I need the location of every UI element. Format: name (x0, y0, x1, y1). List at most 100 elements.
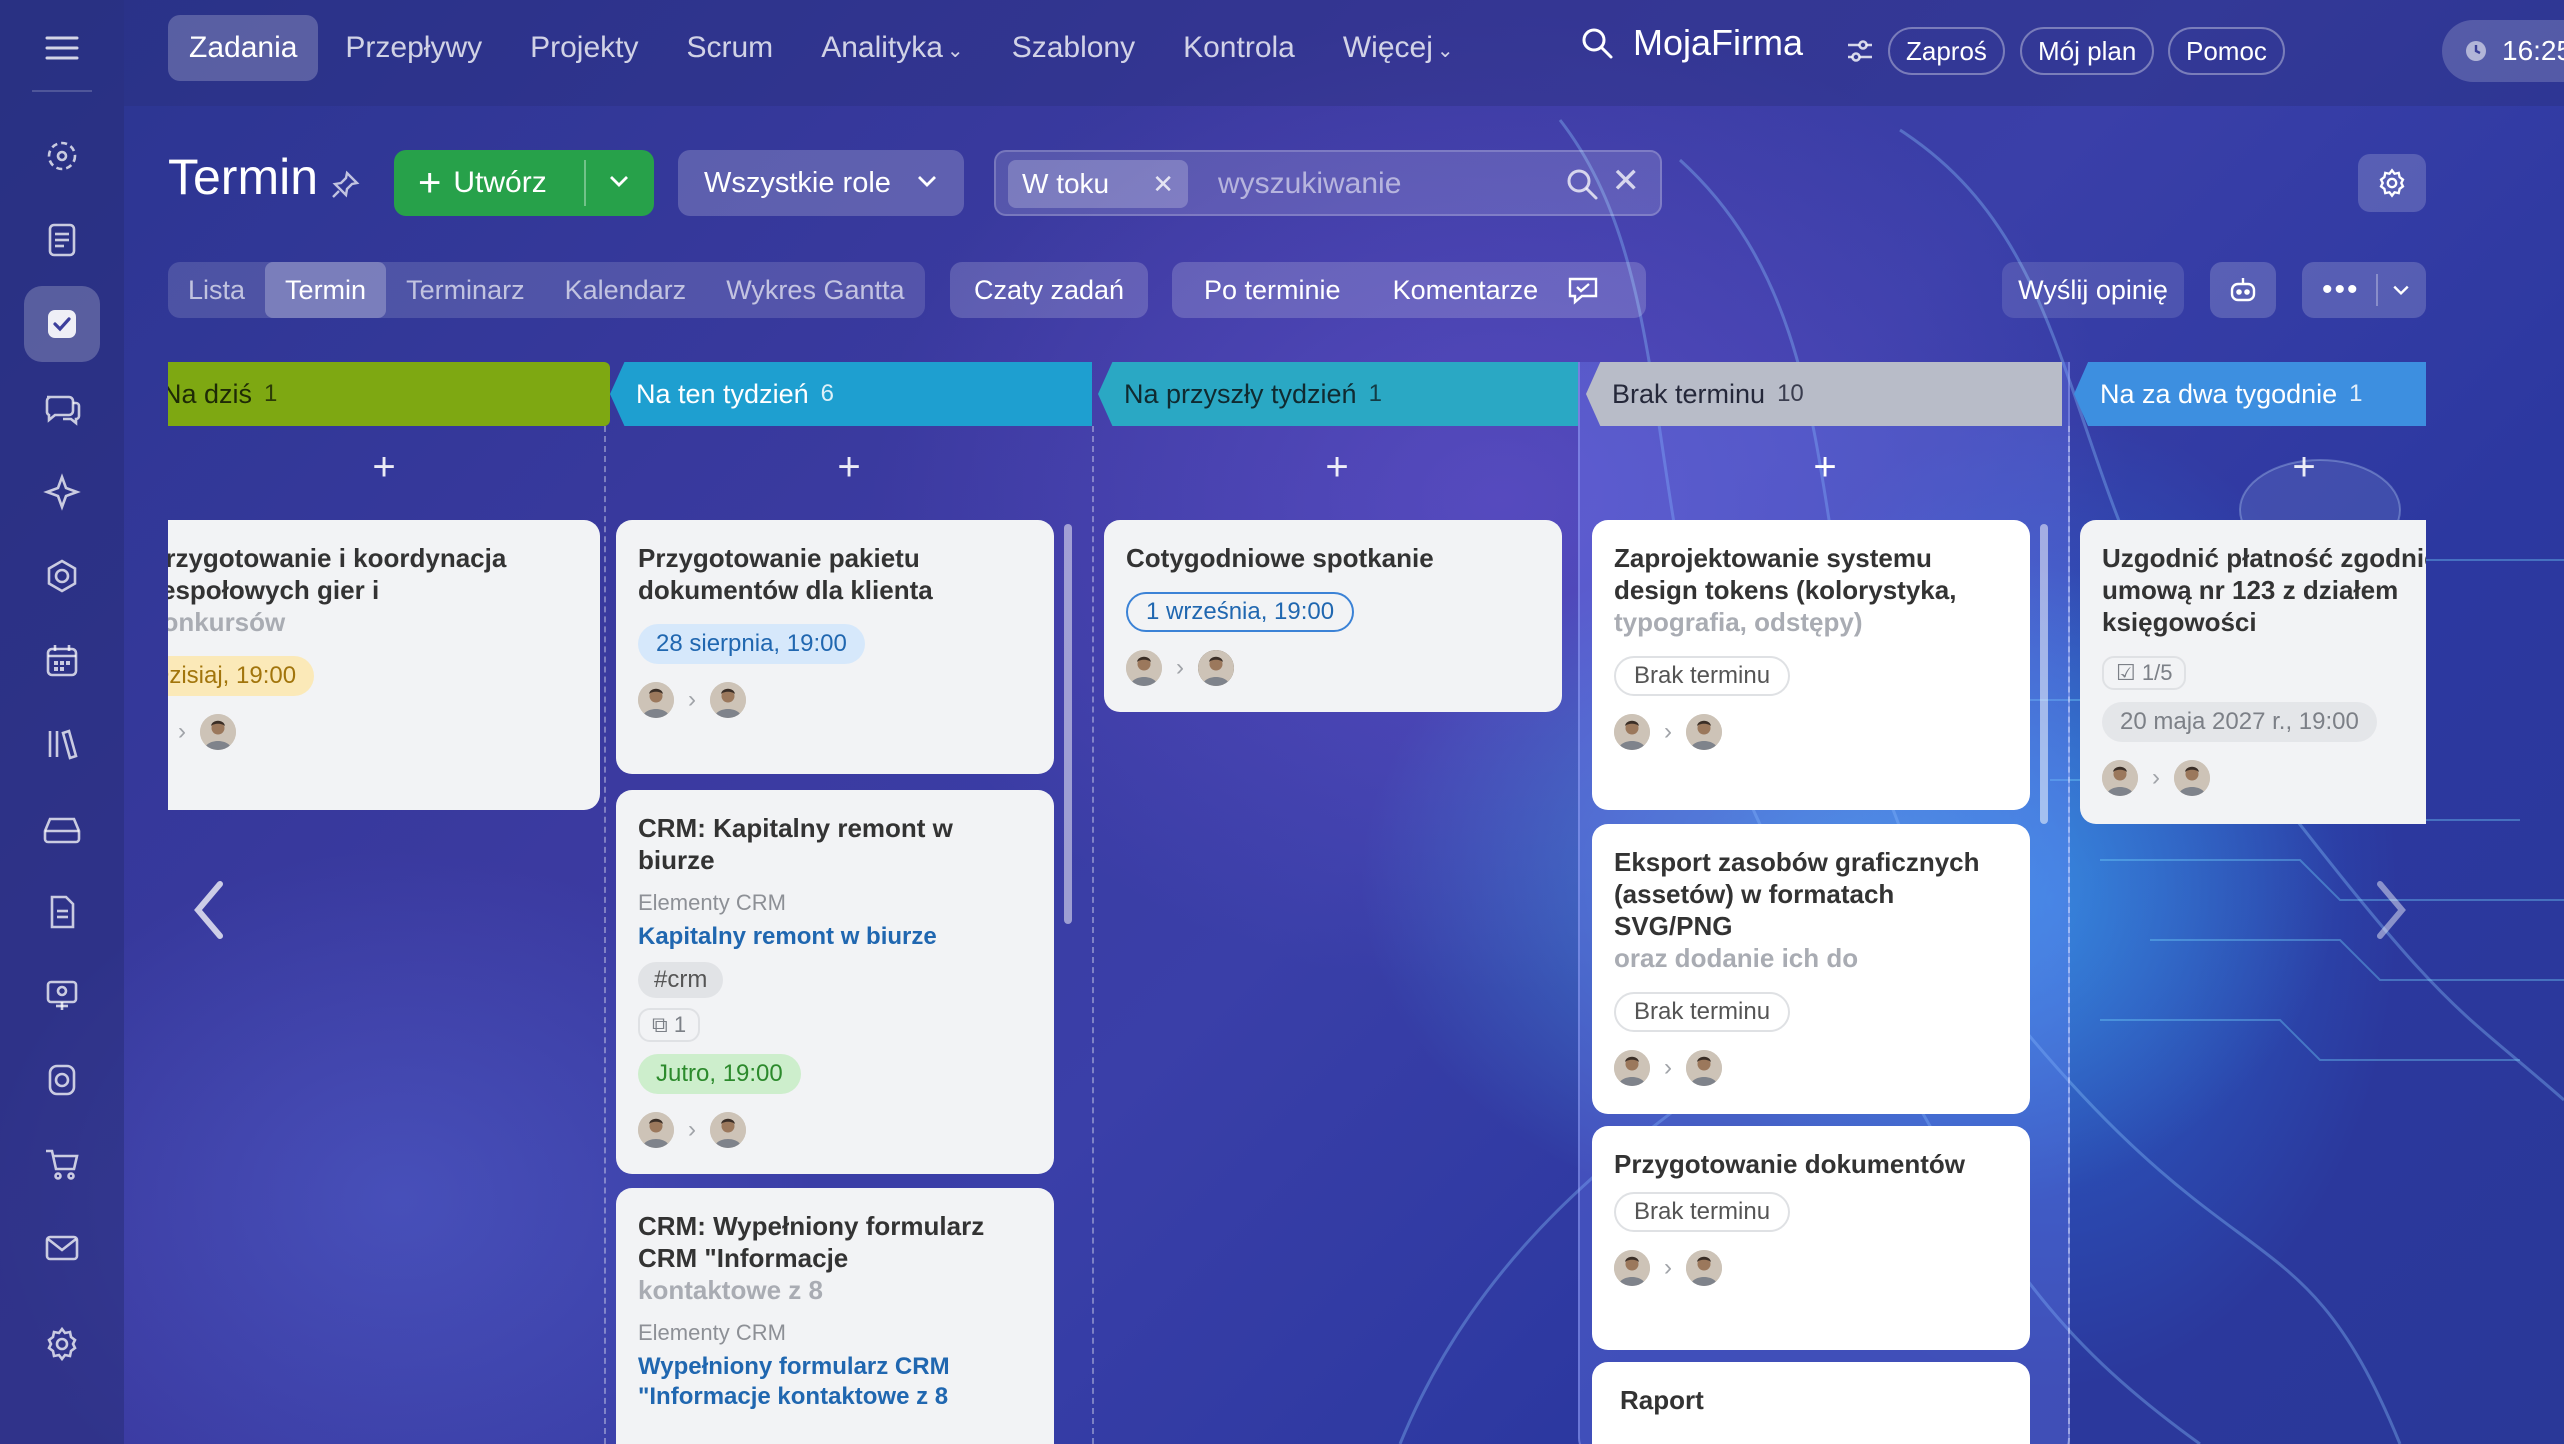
close-icon[interactable]: ✕ (1152, 169, 1174, 200)
avatar[interactable] (1614, 1250, 1650, 1286)
avatar[interactable] (638, 682, 674, 718)
avatar[interactable] (2174, 760, 2210, 796)
crm-link[interactable]: Kapitalny remont w biurze (638, 922, 1032, 952)
sidebar-item-feed[interactable] (24, 118, 100, 194)
column-scrollbar[interactable] (1064, 524, 1072, 924)
column-header[interactable]: Brak terminu 10 (1586, 362, 2062, 426)
avatar[interactable] (2102, 760, 2138, 796)
column-scrollbar[interactable] (2040, 524, 2048, 824)
search-icon[interactable] (1564, 166, 1600, 202)
board-settings-button[interactable] (2358, 154, 2426, 212)
tab-gantt[interactable]: Wykres Gantta (706, 262, 924, 318)
deadline-badge[interactable]: 20 maja 2027 r., 19:00 (2102, 702, 2377, 742)
task-card[interactable]: Cotygodniowe spotkanie 1 września, 19:00… (1104, 520, 1562, 712)
sidebar-item-knowledge[interactable] (24, 706, 100, 782)
task-card[interactable]: Przygotowanie i koordynacja zespołowych … (168, 520, 600, 810)
deadline-badge[interactable]: Brak terminu (1614, 992, 1791, 1032)
checklist-counter[interactable]: ☑ 1/5 (2102, 656, 2187, 690)
chevron-down-icon[interactable] (606, 168, 632, 194)
task-chats-button[interactable]: Czaty zadań (950, 262, 1148, 318)
add-task-button[interactable]: + (2074, 442, 2426, 492)
add-task-button[interactable]: + (610, 442, 1088, 492)
tab-calendar[interactable]: Kalendarz (545, 262, 707, 318)
sort-by-deadline-button[interactable]: Po terminie (1204, 275, 1341, 306)
tab-planner[interactable]: Terminarz (386, 262, 545, 318)
deadline-badge[interactable]: 28 sierpnia, 19:00 (638, 624, 865, 664)
deadline-badge[interactable]: Dzisiaj, 19:00 (168, 656, 315, 696)
comments-button[interactable]: Komentarze (1393, 275, 1539, 306)
sidebar-item-presentations[interactable] (24, 958, 100, 1034)
sidebar-item-calendar[interactable] (24, 622, 100, 698)
task-card[interactable]: Raport (1592, 1362, 2030, 1444)
robot-button[interactable] (2210, 262, 2276, 318)
task-card[interactable]: Zaprojektowanie systemu design tokens (k… (1592, 520, 2030, 810)
tab-deadline[interactable]: Termin (265, 262, 387, 318)
task-card[interactable]: CRM: Kapitalny remont w biurze Elementy … (616, 790, 1054, 1174)
chevron-down-icon[interactable] (2390, 279, 2412, 301)
search-icon[interactable] (1579, 25, 1615, 61)
menu-icon[interactable] (34, 28, 90, 68)
deadline-badge[interactable]: Jutro, 19:00 (638, 1054, 801, 1094)
sidebar-item-chats[interactable] (24, 370, 100, 446)
task-card[interactable]: Eksport zasobów graficznych (assetów) w … (1592, 824, 2030, 1114)
sidebar-item-shop[interactable] (24, 1126, 100, 1202)
sidebar-item-groups[interactable] (24, 538, 100, 614)
avatar[interactable] (1614, 714, 1650, 750)
tab-list[interactable]: Lista (168, 262, 265, 318)
avatar[interactable] (638, 1112, 674, 1148)
nav-scrum[interactable]: Scrum (666, 15, 795, 81)
add-task-button[interactable]: + (168, 442, 610, 492)
sidebar-item-files[interactable] (24, 874, 100, 950)
invite-button[interactable]: Zaproś (1888, 27, 2005, 75)
pin-icon[interactable] (330, 170, 360, 205)
avatar[interactable] (1126, 650, 1162, 686)
avatar[interactable] (1686, 1250, 1722, 1286)
sidebar-item-documents[interactable] (24, 202, 100, 278)
search-filter-box[interactable]: W toku ✕ ✕ (994, 150, 1662, 216)
sidebar-item-settings[interactable] (24, 1306, 100, 1382)
deadline-badge[interactable]: Brak terminu (1614, 1192, 1791, 1232)
send-feedback-button[interactable]: Wyślij opinię (2002, 262, 2184, 318)
column-header[interactable]: Na za dwa tygodnie 1 (2074, 362, 2426, 426)
chat-check-icon[interactable] (1566, 274, 1600, 306)
roles-dropdown[interactable]: Wszystkie role (678, 150, 964, 216)
avatar[interactable] (200, 714, 236, 750)
add-task-button[interactable]: + (1098, 442, 1576, 492)
task-card[interactable]: Przygotowanie dokumentów Brak terminu › (1592, 1126, 2030, 1350)
deadline-badge[interactable]: 1 września, 19:00 (1126, 592, 1355, 632)
nav-analytics[interactable]: Analityka ⌄ (800, 15, 985, 81)
nav-control[interactable]: Kontrola (1162, 15, 1316, 81)
deadline-badge[interactable]: Brak terminu (1614, 656, 1791, 696)
clear-search-icon[interactable]: ✕ (1612, 164, 1641, 198)
avatar[interactable] (710, 682, 746, 718)
scroll-right-button[interactable] (2340, 830, 2440, 990)
task-card[interactable]: Przygotowanie pakietu dokumentów dla kli… (616, 520, 1054, 774)
company-brand[interactable]: MojaFirma (1579, 22, 1803, 64)
column-header[interactable]: Na dziś 1 (168, 362, 610, 426)
filter-chip-in-progress[interactable]: W toku ✕ (1008, 160, 1188, 208)
my-plan-button[interactable]: Mój plan (2020, 27, 2155, 75)
filter-sliders-icon[interactable] (1846, 38, 1874, 69)
sidebar-item-tasks[interactable] (24, 286, 100, 362)
sidebar-item-mail[interactable] (24, 1210, 100, 1286)
create-button[interactable]: + Utwórz (394, 150, 654, 216)
crm-link[interactable]: Wypełniony formularz CRM "Informacje kon… (638, 1352, 1032, 1412)
work-time-widget[interactable]: 16:25 (2442, 20, 2564, 82)
nav-more[interactable]: Więcej ⌄ (1322, 15, 1475, 81)
sidebar-item-drive[interactable] (24, 790, 100, 866)
avatar[interactable] (1686, 714, 1722, 750)
task-card[interactable]: Uzgodnić płatność zgodnie z umową nr 123… (2080, 520, 2426, 824)
search-input[interactable] (1218, 160, 1558, 208)
avatar[interactable] (1614, 1050, 1650, 1086)
help-button[interactable]: Pomoc (2168, 27, 2285, 75)
sidebar-item-ai[interactable] (24, 454, 100, 530)
sidebar-item-contact-center[interactable] (24, 1042, 100, 1118)
avatar[interactable] (710, 1112, 746, 1148)
tag[interactable]: #crm (638, 962, 724, 998)
nav-workflows[interactable]: Przepływy (324, 15, 503, 81)
column-header[interactable]: Na przyszły tydzień 1 (1098, 362, 1578, 426)
more-dots-icon[interactable]: ••• (2322, 275, 2360, 305)
avatar[interactable] (1198, 650, 1234, 686)
nav-projects[interactable]: Projekty (509, 15, 659, 81)
nav-templates[interactable]: Szablony (991, 15, 1156, 81)
